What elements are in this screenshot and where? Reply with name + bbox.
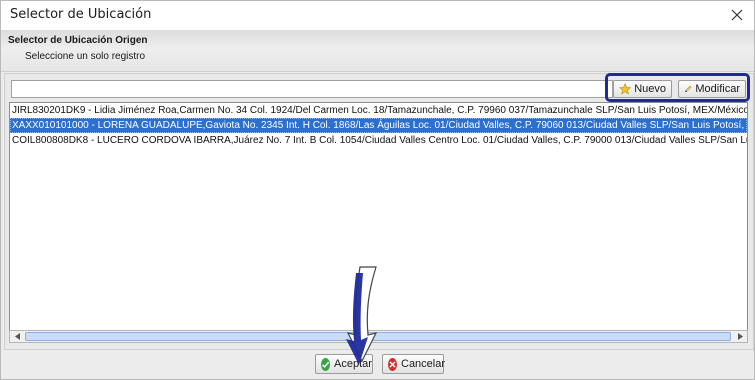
window-title: Selector de Ubicación — [10, 7, 152, 22]
dialog-instructions: Seleccione un solo registro — [25, 51, 146, 62]
cancel-button-label: Cancelar — [401, 358, 446, 370]
scroll-right-button[interactable] — [733, 331, 746, 342]
search-input[interactable] — [11, 80, 613, 98]
location-selector-dialog: Selector de Ubicación Selector de Ubicac… — [0, 0, 755, 380]
scroll-left-button[interactable] — [11, 331, 24, 342]
close-button[interactable] — [726, 5, 748, 25]
close-icon — [731, 9, 743, 21]
toolbar-highlight-annotation — [605, 73, 750, 102]
list-item-selected[interactable]: XAXX010101000 - LORENA GUADALUPE,Gaviota… — [10, 118, 747, 133]
title-bar: Selector de Ubicación — [1, 1, 754, 30]
list-item[interactable]: JIRL830201DK9 - Lidia Jiménez Roa,Carmen… — [10, 103, 747, 118]
dialog-heading: Selector de Ubicación Origen — [8, 35, 148, 46]
chevron-left-icon — [14, 333, 20, 340]
chevron-right-icon — [737, 333, 743, 340]
pointer-arrow-annotation — [346, 266, 378, 365]
list-item[interactable]: COIL800808DK8 - LUCERO CORDOVA IBARRA,Ju… — [10, 133, 747, 148]
